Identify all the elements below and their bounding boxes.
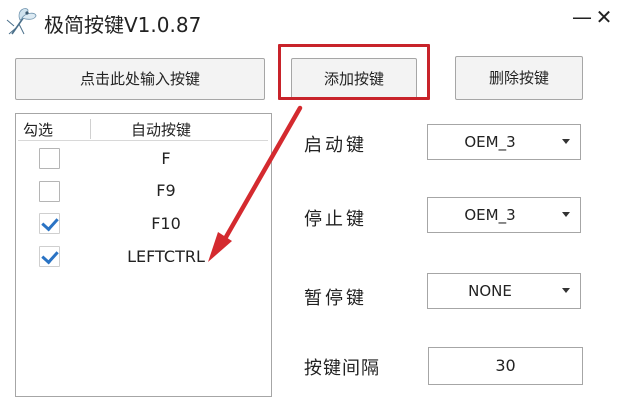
checkmark-icon bbox=[41, 246, 59, 265]
chevron-down-icon bbox=[562, 288, 570, 293]
header-separator bbox=[18, 140, 268, 141]
pause-key-value: NONE bbox=[468, 282, 512, 300]
column-header-check[interactable]: 勾选 bbox=[23, 119, 53, 140]
row-key-label: F10 bbox=[151, 214, 181, 233]
key-interval-input[interactable]: 30 bbox=[428, 347, 583, 385]
pause-key-select[interactable]: NONE bbox=[427, 273, 581, 309]
start-key-value: OEM_3 bbox=[464, 133, 516, 151]
stop-key-select[interactable]: OEM_3 bbox=[427, 197, 581, 233]
row-checkbox[interactable] bbox=[39, 246, 60, 267]
row-checkbox[interactable] bbox=[39, 213, 60, 234]
mosquito-icon bbox=[6, 8, 37, 35]
column-header-key[interactable]: 自动按键 bbox=[131, 119, 191, 140]
close-button[interactable]: ✕ bbox=[590, 2, 618, 32]
row-checkbox[interactable] bbox=[39, 181, 60, 202]
chevron-down-icon bbox=[562, 139, 570, 144]
add-button-highlight-box bbox=[278, 44, 430, 100]
stop-key-label: 停止键 bbox=[304, 209, 367, 230]
delete-key-button[interactable]: 删除按键 bbox=[455, 56, 583, 100]
pause-key-label: 暂停键 bbox=[304, 288, 367, 309]
row-key-label: F9 bbox=[156, 181, 176, 200]
start-key-select[interactable]: OEM_3 bbox=[427, 124, 581, 160]
key-input-button[interactable]: 点击此处输入按键 bbox=[15, 58, 265, 100]
app-title: 极简按键V1.0.87 bbox=[44, 13, 202, 37]
checkmark-icon bbox=[41, 213, 59, 232]
header-divider bbox=[90, 119, 91, 139]
row-key-label: LEFTCTRL bbox=[127, 247, 205, 266]
start-key-label: 启动键 bbox=[304, 135, 367, 156]
stop-key-value: OEM_3 bbox=[464, 206, 516, 224]
row-key-label: F bbox=[161, 149, 171, 168]
chevron-down-icon bbox=[562, 212, 570, 217]
key-interval-label: 按键间隔 bbox=[304, 358, 380, 379]
row-checkbox[interactable] bbox=[39, 148, 60, 169]
